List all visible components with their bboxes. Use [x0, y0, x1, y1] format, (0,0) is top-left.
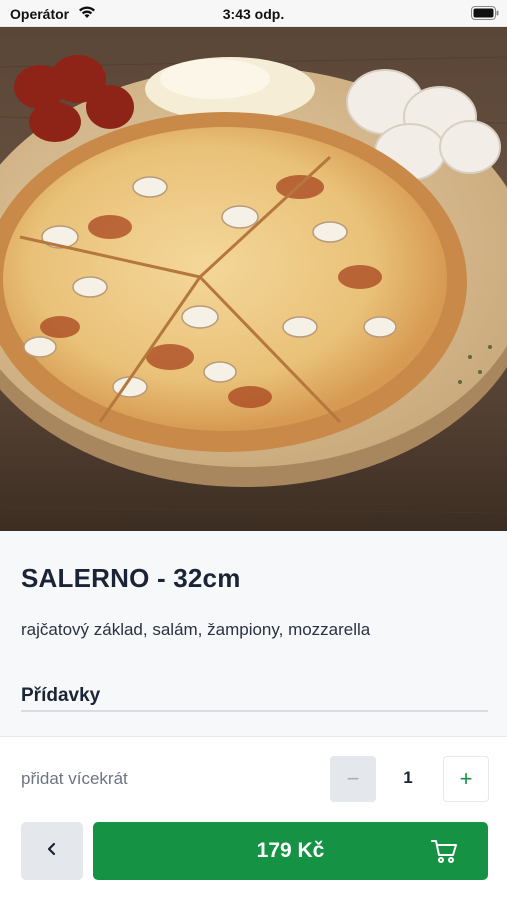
product-description: rajčatový základ, salám, žampiony, mozza…: [21, 620, 371, 639]
back-button[interactable]: [21, 822, 83, 880]
cart-icon: [430, 838, 458, 869]
plus-icon: +: [459, 766, 473, 791]
extras-heading: Přídavky: [21, 685, 101, 706]
add-multiple-label: přidat vícekrát: [21, 769, 128, 788]
clock: 3:43 odp.: [222, 6, 285, 22]
minus-icon: −: [346, 766, 360, 791]
quantity-value: 1: [403, 768, 413, 787]
product-image: [0, 27, 507, 531]
status-bar: Operátor 3:43 odp.: [0, 0, 507, 27]
extras-divider: [21, 710, 488, 712]
decrease-quantity-button[interactable]: −: [330, 756, 376, 802]
add-to-cart-button[interactable]: 179 Kč: [93, 822, 488, 880]
increase-quantity-button[interactable]: +: [443, 756, 489, 802]
price-label: 179 Kč: [256, 839, 325, 862]
chevron-left-icon: [46, 841, 58, 862]
battery-icon: [471, 6, 499, 25]
product-title: SALERNO - 32cm: [21, 563, 241, 593]
